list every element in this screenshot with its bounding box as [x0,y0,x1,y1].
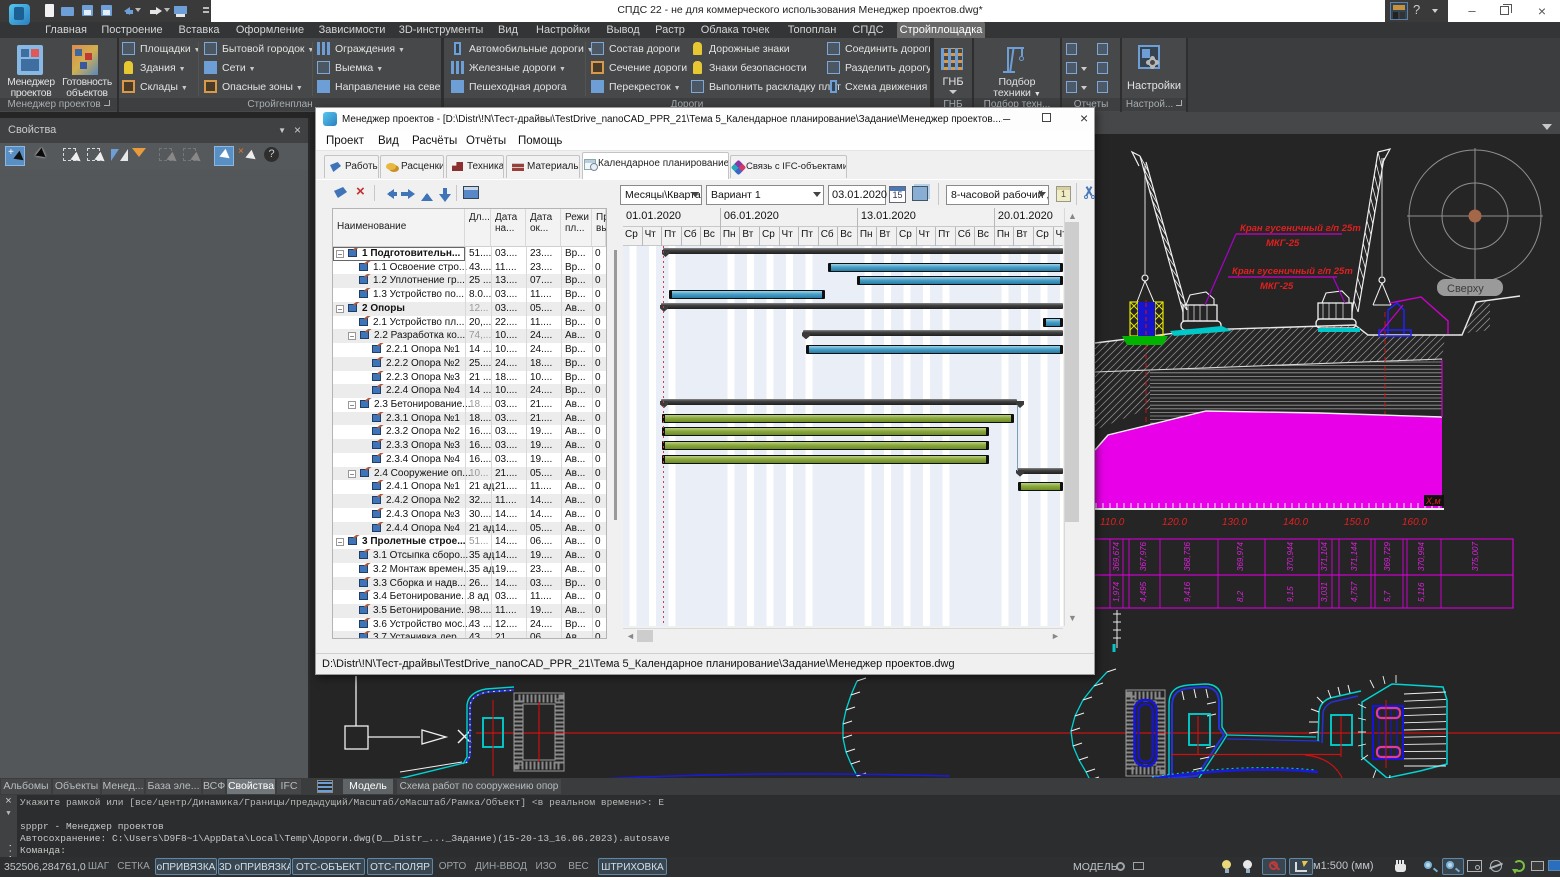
svg-text:130.0: 130.0 [1222,517,1247,528]
svg-text:5,116: 5,116 [1417,582,1426,602]
svg-text:370,994: 370,994 [1417,542,1426,571]
svg-text:369,729: 369,729 [1383,542,1392,571]
svg-text:160.0: 160.0 [1402,517,1427,528]
svg-text:5,7: 5,7 [1383,590,1392,602]
svg-text:Кран гусеничный г/п 25т: Кран гусеничный г/п 25т [1232,266,1353,277]
svg-text:375,007: 375,007 [1471,542,1480,571]
svg-text:8,2: 8,2 [1236,590,1245,602]
svg-text:367,976: 367,976 [1139,542,1148,571]
svg-text:МКГ-25: МКГ-25 [1266,238,1300,249]
svg-text:120.0: 120.0 [1162,517,1187,528]
svg-text:140.0: 140.0 [1283,517,1308,528]
svg-text:369,674: 369,674 [1112,542,1121,571]
svg-text:369,974: 369,974 [1236,542,1245,571]
svg-text:4,495: 4,495 [1139,581,1148,602]
svg-text:9,15: 9,15 [1286,586,1295,602]
svg-text:X,м: X,м [1425,496,1441,506]
svg-text:371,104: 371,104 [1320,542,1329,571]
svg-text:9,416: 9,416 [1183,581,1192,602]
svg-text:1,974: 1,974 [1112,581,1121,602]
svg-text:110.0: 110.0 [1100,517,1125,528]
svg-text:Кран гусеничный г/п 25т: Кран гусеничный г/п 25т [1240,223,1361,234]
svg-text:368,736: 368,736 [1183,542,1192,571]
svg-text:4,757: 4,757 [1350,581,1359,602]
svg-text:150.0: 150.0 [1344,517,1369,528]
svg-text:МКГ-25: МКГ-25 [1260,281,1294,292]
svg-text:370,944: 370,944 [1286,542,1295,571]
svg-text:3,031: 3,031 [1320,582,1329,602]
svg-text:371,144: 371,144 [1350,542,1359,571]
svg-text:Сверху: Сверху [1447,283,1484,295]
